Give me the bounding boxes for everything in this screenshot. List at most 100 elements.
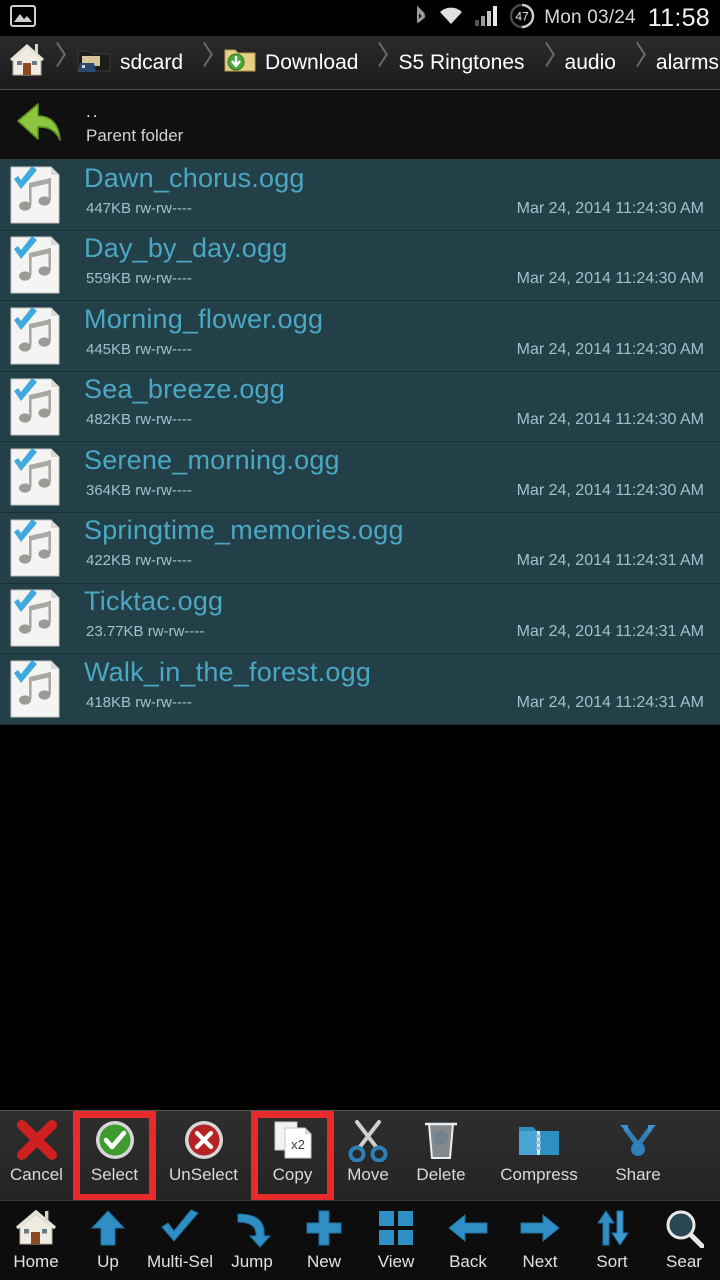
file-row[interactable]: Springtime_memories.ogg 422KB rw-rw---- Ma… [0, 512, 720, 584]
share-icon [616, 1117, 660, 1163]
action-compress-button[interactable]: Compress [480, 1111, 598, 1201]
sdcard-folder-icon [76, 45, 112, 81]
audio-file-icon [0, 447, 70, 507]
breadcrumb-label-s5-ringtones: S5 Ringtones [398, 50, 525, 74]
file-row[interactable]: Sea_breeze.ogg 482KB rw-rw---- Mar 24, 201… [0, 371, 720, 443]
nav-view-button[interactable]: View [360, 1201, 432, 1280]
audio-file-icon [0, 518, 70, 578]
action-label: Cancel [10, 1165, 63, 1184]
file-info: Walk_in_the_forest.ogg 418KB rw-rw---- Mar… [70, 654, 720, 725]
breadcrumb-home[interactable] [0, 36, 48, 90]
nav-up-button[interactable]: Up [72, 1201, 144, 1280]
status-bar-system-icons: 47 Mon 03/24 11:58 [414, 3, 720, 34]
file-name: Springtime_memories.ogg [84, 515, 404, 546]
nav-multi-sel-button[interactable]: Multi-Sel [144, 1201, 216, 1280]
back-arrow-icon [14, 96, 72, 153]
audio-file-icon [0, 588, 70, 648]
file-list: Dawn_chorus.ogg 447KB rw-rw---- Mar 24, 20… [0, 160, 720, 725]
nav-new-button[interactable]: New [288, 1201, 360, 1280]
nav-label: Up [97, 1252, 119, 1271]
nav-sear-button[interactable]: Sear [648, 1201, 720, 1280]
file-row[interactable]: Serene_morning.ogg 364KB rw-rw---- Mar 24,… [0, 442, 720, 513]
file-size-permissions: 23.77KB rw-rw---- [86, 623, 204, 640]
audio-file-icon [0, 235, 70, 295]
grid-icon [377, 1207, 415, 1249]
file-name: Ticktac.ogg [84, 586, 224, 617]
nav-jump-button[interactable]: Jump [216, 1201, 288, 1280]
battery-icon: 47 [509, 3, 535, 34]
nav-label: Back [449, 1252, 487, 1271]
sort-icon [594, 1207, 630, 1249]
file-row[interactable]: Day_by_day.ogg 559KB rw-rw---- Mar 24, 201… [0, 230, 720, 302]
scissors-icon [347, 1117, 389, 1163]
file-info: Springtime_memories.ogg 422KB rw-rw---- Ma… [70, 512, 720, 583]
file-row[interactable]: Morning_flower.ogg 445KB rw-rw---- Mar 24,… [0, 301, 720, 372]
breadcrumb-item-audio[interactable]: audio [551, 36, 628, 90]
nav-back-button[interactable]: Back [432, 1201, 504, 1280]
android-file-manager-screen: 47 Mon 03/24 11:58 sdcard Download S5 Ri… [0, 0, 720, 1280]
breadcrumb-separator [628, 36, 642, 90]
status-date: Mon 03/24 [544, 7, 636, 28]
home-icon [16, 1207, 56, 1249]
audio-file-icon [0, 165, 70, 225]
file-info: Serene_morning.ogg 364KB rw-rw---- Mar 24,… [70, 442, 720, 513]
file-row[interactable]: Dawn_chorus.ogg 447KB rw-rw---- Mar 24, 20… [0, 160, 720, 231]
file-row[interactable]: Walk_in_the_forest.ogg 418KB rw-rw---- Mar… [0, 654, 720, 725]
file-size: 418KB [86, 693, 132, 711]
action-share-button[interactable]: Share [598, 1111, 678, 1201]
parent-folder-label: Parent folder [86, 126, 184, 145]
breadcrumb-item-s5-ringtones[interactable]: S5 Ringtones [384, 36, 536, 90]
jump-arrow-icon [232, 1207, 272, 1249]
file-permissions: rw-rw---- [135, 411, 192, 429]
breadcrumb-item-sdcard[interactable]: sdcard [62, 36, 195, 90]
signal-icon [474, 5, 500, 32]
image-icon [10, 4, 36, 33]
parent-folder-row[interactable]: .. Parent folder [0, 90, 720, 160]
action-label: UnSelect [169, 1165, 238, 1184]
action-label: Select [90, 1165, 139, 1184]
file-info: Day_by_day.ogg 559KB rw-rw---- Mar 24, 201… [70, 230, 720, 301]
file-info: Ticktac.ogg 23.77KB rw-rw---- Mar 24, 2014… [70, 583, 720, 654]
status-bar: 47 Mon 03/24 11:58 [0, 0, 720, 36]
action-unselect-button[interactable]: UnSelect [156, 1111, 251, 1201]
download-folder-icon [223, 45, 257, 81]
breadcrumb-item-download[interactable]: Download [209, 36, 370, 90]
file-info: Dawn_chorus.ogg 447KB rw-rw---- Mar 24, 20… [70, 160, 720, 231]
file-info: Sea_breeze.ogg 482KB rw-rw---- Mar 24, 201… [70, 371, 720, 442]
file-permissions: rw-rw---- [135, 199, 192, 217]
file-name: Serene_morning.ogg [84, 444, 340, 475]
action-move-button[interactable]: Move [334, 1111, 402, 1201]
status-time: 11:58 [647, 3, 710, 32]
action-delete-button[interactable]: Delete [402, 1111, 480, 1201]
file-size-permissions: 418KB rw-rw---- [86, 694, 192, 711]
breadcrumb-separator [195, 36, 209, 90]
parent-folder-text: .. Parent folder [86, 103, 183, 146]
nav-label: Sear [666, 1252, 702, 1271]
arrow-right-icon [518, 1207, 562, 1249]
file-date: Mar 24, 2014 11:24:31 AM [516, 623, 704, 641]
breadcrumb-label-sdcard: sdcard [120, 50, 184, 74]
nav-home-button[interactable]: Home [0, 1201, 72, 1280]
breadcrumb-item-alarms[interactable]: alarms [642, 36, 720, 90]
battery-percent-label: 47 [516, 9, 530, 23]
nav-sort-button[interactable]: Sort [576, 1201, 648, 1280]
plus-icon [304, 1207, 344, 1249]
parent-folder-dots: .. [86, 102, 100, 121]
breadcrumb-separator [370, 36, 384, 90]
action-label: Share [615, 1165, 661, 1184]
file-name: Walk_in_the_forest.ogg [84, 656, 372, 687]
nav-label: New [306, 1252, 341, 1271]
breadcrumb-label-download: Download [265, 50, 359, 74]
action-copy-button[interactable]: x2 Copy [251, 1111, 334, 1201]
action-select-button[interactable]: Select [73, 1111, 156, 1201]
search-icon [664, 1207, 704, 1249]
bluetooth-icon [414, 4, 428, 33]
file-permissions: rw-rw---- [135, 481, 192, 499]
file-row[interactable]: Ticktac.ogg 23.77KB rw-rw---- Mar 24, 2014… [0, 583, 720, 655]
nav-label: Sort [596, 1252, 628, 1271]
breadcrumb-separator [537, 36, 551, 90]
file-permissions: rw-rw---- [135, 693, 192, 711]
nav-next-button[interactable]: Next [504, 1201, 576, 1280]
action-cancel-button[interactable]: Cancel [0, 1111, 73, 1201]
nav-label: Home [13, 1252, 59, 1271]
